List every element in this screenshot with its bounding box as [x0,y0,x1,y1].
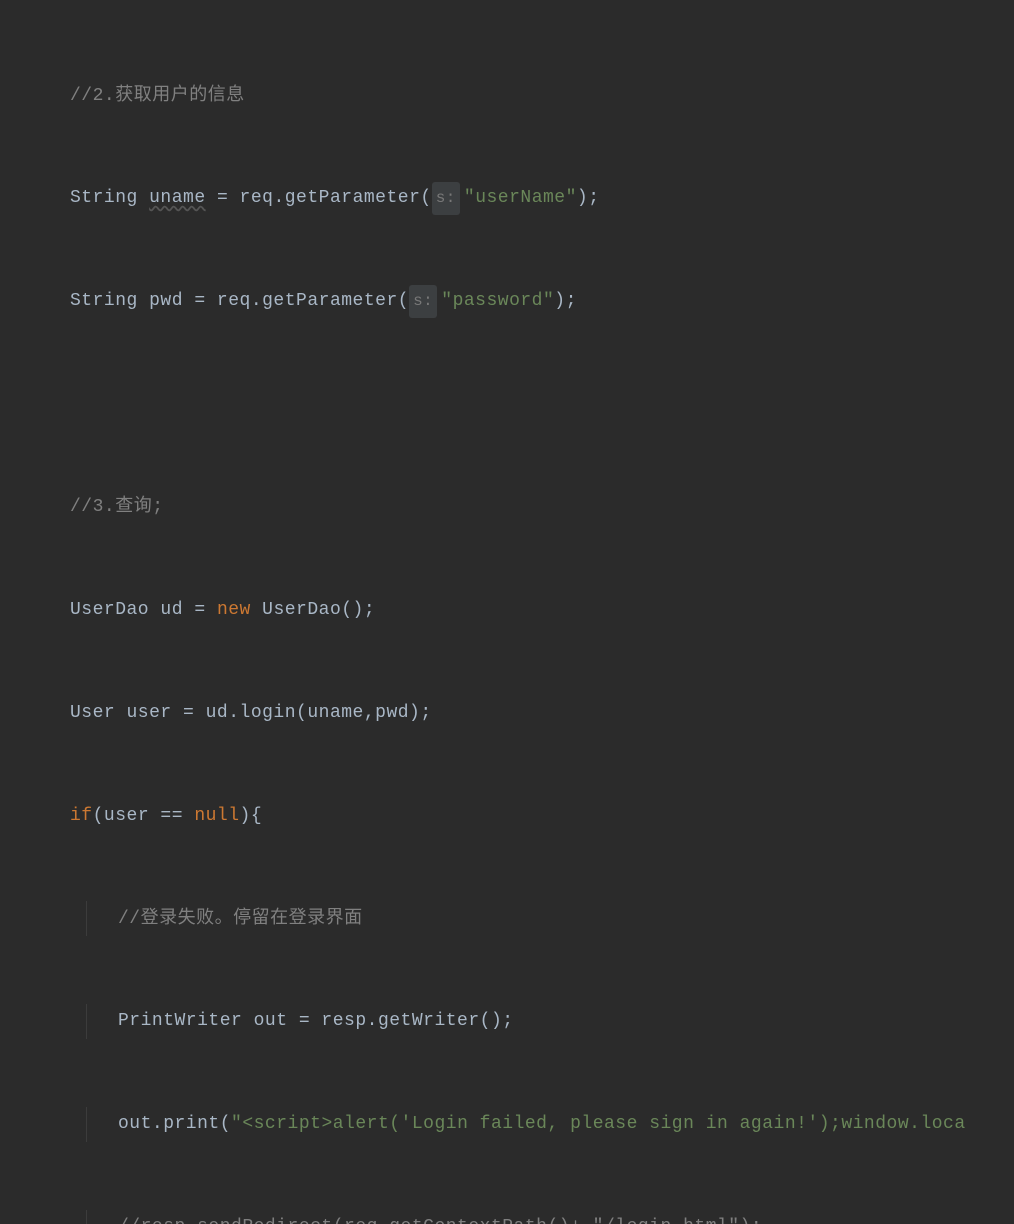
code-text: PrintWriter out = resp.getWriter(); [118,1004,514,1038]
code-line[interactable]: //3.查询; [0,490,1014,525]
code-line[interactable]: User user = ud.login(uname,pwd); [0,696,1014,731]
keyword: null [194,799,239,833]
code-text: ); [554,284,577,318]
comment-text: //resp.sendRedirect(req.getContextPath()… [118,1210,762,1224]
string-literal: "password" [441,284,554,318]
code-text: = req.getParameter( [206,181,432,215]
comment-text: //2.获取用户的信息 [70,79,245,113]
code-text: (user == [93,799,195,833]
code-text: String [70,181,149,215]
code-text: UserDao ud = [70,593,217,627]
code-line[interactable]: //resp.sendRedirect(req.getContextPath()… [0,1210,1014,1224]
comment-text: //3.查询; [70,490,164,524]
code-line[interactable]: PrintWriter out = resp.getWriter(); [0,1004,1014,1039]
code-text: ){ [240,799,263,833]
string-literal: "userName" [464,181,577,215]
code-line[interactable]: UserDao ud = new UserDao(); [0,593,1014,628]
param-hint: s: [409,285,437,317]
variable-name: uname [149,181,206,215]
code-line[interactable]: if(user == null){ [0,799,1014,834]
keyword: new [217,593,251,627]
code-line[interactable]: String uname = req.getParameter(s:"userN… [0,181,1014,216]
code-line[interactable]: String pwd = req.getParameter(s:"passwor… [0,284,1014,319]
code-line[interactable] [0,387,1014,422]
keyword: if [70,799,93,833]
code-line[interactable]: //2.获取用户的信息 [0,78,1014,113]
code-text: out.print( [118,1107,231,1141]
code-line[interactable]: out.print("<script>alert('Login failed, … [0,1107,1014,1142]
code-text: String pwd = req.getParameter( [70,284,409,318]
code-text: UserDao(); [251,593,375,627]
code-editor[interactable]: //2.获取用户的信息 String uname = req.getParame… [0,0,1014,1224]
param-hint: s: [432,182,460,214]
code-text: User user = ud.login(uname,pwd); [70,696,432,730]
code-line[interactable]: //登录失败。停留在登录界面 [0,901,1014,936]
code-text: ); [577,181,600,215]
string-literal: "<script>alert('Login failed, please sig… [231,1107,966,1141]
comment-text: //登录失败。停留在登录界面 [118,902,363,936]
